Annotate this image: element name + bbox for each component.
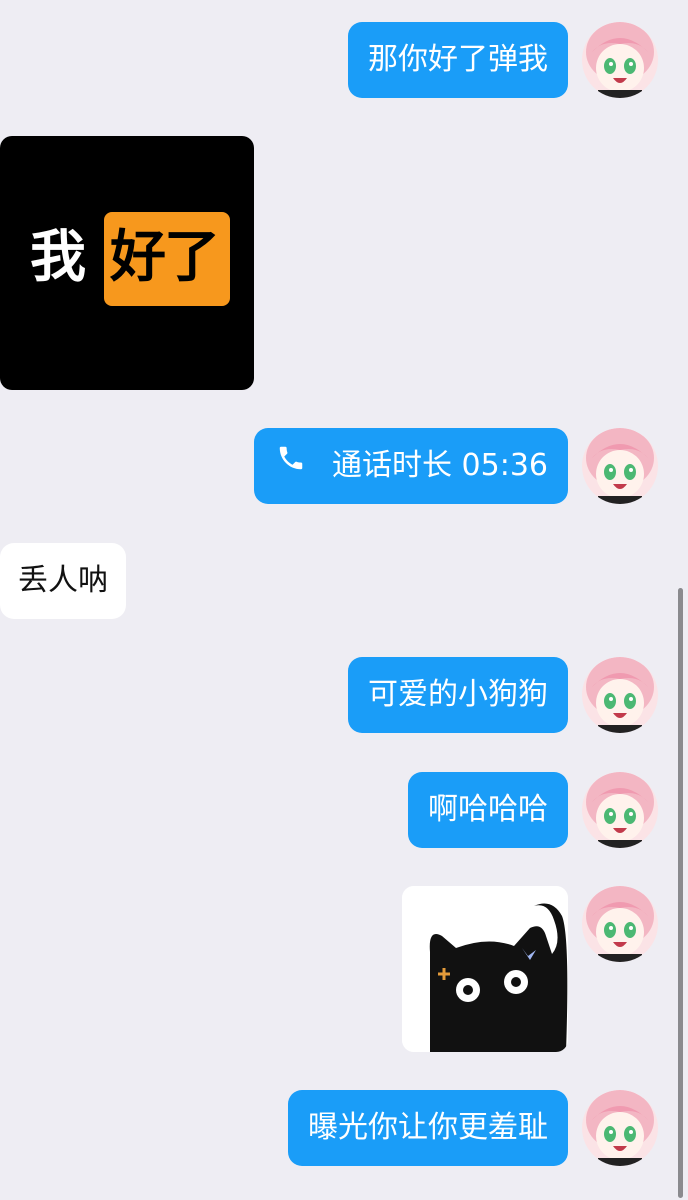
call-record-bubble[interactable]: 通话时长 05:36 (254, 428, 568, 504)
sticker-text-part2: 好了 (110, 225, 220, 290)
message-bubble-outgoing[interactable]: 曝光你让你更羞耻 (288, 1090, 568, 1166)
avatar[interactable] (582, 886, 658, 962)
black-cat-sticker[interactable] (402, 886, 568, 1052)
avatar[interactable] (582, 428, 658, 504)
avatar[interactable] (582, 1090, 658, 1166)
avatar[interactable] (582, 22, 658, 98)
phone-icon (276, 426, 306, 502)
message-bubble-outgoing[interactable]: 可爱的小狗狗 (348, 657, 568, 733)
scrollbar[interactable] (678, 588, 683, 1198)
message-text: 啊哈哈哈 (428, 792, 548, 827)
sticker-text-part1: 我 (30, 225, 86, 290)
call-duration-text: 通话时长 05:36 (332, 448, 548, 483)
message-text: 可爱的小狗狗 (368, 677, 548, 712)
message-bubble-outgoing[interactable]: 那你好了弹我 (348, 22, 568, 98)
message-text: 那你好了弹我 (368, 42, 548, 77)
message-bubble-outgoing[interactable]: 啊哈哈哈 (408, 772, 568, 848)
message-text: 丢人呐 (18, 563, 108, 598)
message-bubble-incoming[interactable]: 丢人呐 (0, 543, 126, 619)
avatar[interactable] (582, 657, 658, 733)
avatar[interactable] (582, 772, 658, 848)
message-text: 曝光你让你更羞耻 (308, 1110, 548, 1145)
